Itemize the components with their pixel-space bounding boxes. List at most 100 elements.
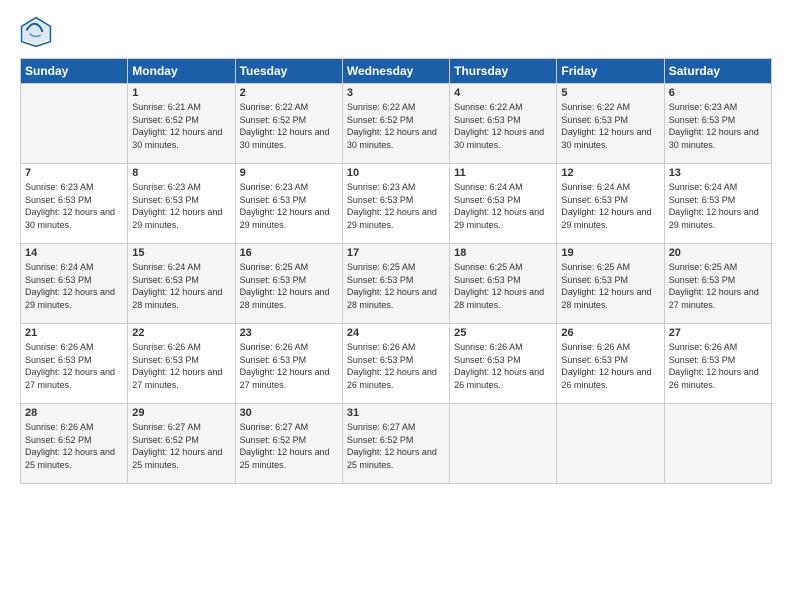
day-cell: 10 Sunrise: 6:23 AM Sunset: 6:53 PM Dayl… (342, 164, 449, 244)
day-info: Sunrise: 6:26 AM Sunset: 6:53 PM Dayligh… (454, 341, 552, 391)
day-number: 20 (669, 247, 767, 259)
day-info: Sunrise: 6:27 AM Sunset: 6:52 PM Dayligh… (132, 421, 230, 471)
day-info: Sunrise: 6:22 AM Sunset: 6:52 PM Dayligh… (347, 101, 445, 151)
col-header-friday: Friday (557, 59, 664, 84)
day-cell (21, 84, 128, 164)
day-info: Sunrise: 6:23 AM Sunset: 6:53 PM Dayligh… (25, 181, 123, 231)
day-number: 10 (347, 167, 445, 179)
day-cell (664, 404, 771, 484)
day-number: 31 (347, 407, 445, 419)
day-info: Sunrise: 6:22 AM Sunset: 6:53 PM Dayligh… (561, 101, 659, 151)
week-row-2: 7 Sunrise: 6:23 AM Sunset: 6:53 PM Dayli… (21, 164, 772, 244)
week-row-1: 1 Sunrise: 6:21 AM Sunset: 6:52 PM Dayli… (21, 84, 772, 164)
day-number: 22 (132, 327, 230, 339)
day-info: Sunrise: 6:25 AM Sunset: 6:53 PM Dayligh… (454, 261, 552, 311)
day-cell: 8 Sunrise: 6:23 AM Sunset: 6:53 PM Dayli… (128, 164, 235, 244)
day-cell: 3 Sunrise: 6:22 AM Sunset: 6:52 PM Dayli… (342, 84, 449, 164)
day-number: 12 (561, 167, 659, 179)
day-number: 14 (25, 247, 123, 259)
day-cell: 2 Sunrise: 6:22 AM Sunset: 6:52 PM Dayli… (235, 84, 342, 164)
day-cell: 22 Sunrise: 6:26 AM Sunset: 6:53 PM Dayl… (128, 324, 235, 404)
day-info: Sunrise: 6:25 AM Sunset: 6:53 PM Dayligh… (561, 261, 659, 311)
day-cell: 15 Sunrise: 6:24 AM Sunset: 6:53 PM Dayl… (128, 244, 235, 324)
day-cell: 18 Sunrise: 6:25 AM Sunset: 6:53 PM Dayl… (450, 244, 557, 324)
day-cell: 30 Sunrise: 6:27 AM Sunset: 6:52 PM Dayl… (235, 404, 342, 484)
day-number: 6 (669, 87, 767, 99)
day-cell: 31 Sunrise: 6:27 AM Sunset: 6:52 PM Dayl… (342, 404, 449, 484)
calendar-table: SundayMondayTuesdayWednesdayThursdayFrid… (20, 58, 772, 484)
day-info: Sunrise: 6:26 AM Sunset: 6:53 PM Dayligh… (347, 341, 445, 391)
day-cell: 16 Sunrise: 6:25 AM Sunset: 6:53 PM Dayl… (235, 244, 342, 324)
day-number: 28 (25, 407, 123, 419)
day-cell: 29 Sunrise: 6:27 AM Sunset: 6:52 PM Dayl… (128, 404, 235, 484)
day-info: Sunrise: 6:23 AM Sunset: 6:53 PM Dayligh… (240, 181, 338, 231)
col-header-thursday: Thursday (450, 59, 557, 84)
day-info: Sunrise: 6:26 AM Sunset: 6:53 PM Dayligh… (561, 341, 659, 391)
day-info: Sunrise: 6:22 AM Sunset: 6:52 PM Dayligh… (240, 101, 338, 151)
day-info: Sunrise: 6:24 AM Sunset: 6:53 PM Dayligh… (132, 261, 230, 311)
week-row-4: 21 Sunrise: 6:26 AM Sunset: 6:53 PM Dayl… (21, 324, 772, 404)
day-number: 18 (454, 247, 552, 259)
day-number: 4 (454, 87, 552, 99)
day-number: 30 (240, 407, 338, 419)
day-number: 29 (132, 407, 230, 419)
day-info: Sunrise: 6:26 AM Sunset: 6:52 PM Dayligh… (25, 421, 123, 471)
day-number: 25 (454, 327, 552, 339)
day-cell (450, 404, 557, 484)
day-number: 13 (669, 167, 767, 179)
day-cell: 20 Sunrise: 6:25 AM Sunset: 6:53 PM Dayl… (664, 244, 771, 324)
day-cell: 24 Sunrise: 6:26 AM Sunset: 6:53 PM Dayl… (342, 324, 449, 404)
day-cell (557, 404, 664, 484)
day-cell: 11 Sunrise: 6:24 AM Sunset: 6:53 PM Dayl… (450, 164, 557, 244)
page: SundayMondayTuesdayWednesdayThursdayFrid… (0, 0, 792, 612)
day-number: 9 (240, 167, 338, 179)
day-cell: 4 Sunrise: 6:22 AM Sunset: 6:53 PM Dayli… (450, 84, 557, 164)
week-row-3: 14 Sunrise: 6:24 AM Sunset: 6:53 PM Dayl… (21, 244, 772, 324)
day-info: Sunrise: 6:26 AM Sunset: 6:53 PM Dayligh… (240, 341, 338, 391)
header-row: SundayMondayTuesdayWednesdayThursdayFrid… (21, 59, 772, 84)
col-header-sunday: Sunday (21, 59, 128, 84)
day-info: Sunrise: 6:26 AM Sunset: 6:53 PM Dayligh… (25, 341, 123, 391)
col-header-monday: Monday (128, 59, 235, 84)
day-info: Sunrise: 6:25 AM Sunset: 6:53 PM Dayligh… (240, 261, 338, 311)
day-cell: 27 Sunrise: 6:26 AM Sunset: 6:53 PM Dayl… (664, 324, 771, 404)
day-cell: 6 Sunrise: 6:23 AM Sunset: 6:53 PM Dayli… (664, 84, 771, 164)
day-info: Sunrise: 6:27 AM Sunset: 6:52 PM Dayligh… (240, 421, 338, 471)
day-cell: 7 Sunrise: 6:23 AM Sunset: 6:53 PM Dayli… (21, 164, 128, 244)
day-info: Sunrise: 6:24 AM Sunset: 6:53 PM Dayligh… (561, 181, 659, 231)
day-cell: 19 Sunrise: 6:25 AM Sunset: 6:53 PM Dayl… (557, 244, 664, 324)
day-info: Sunrise: 6:21 AM Sunset: 6:52 PM Dayligh… (132, 101, 230, 151)
day-info: Sunrise: 6:25 AM Sunset: 6:53 PM Dayligh… (347, 261, 445, 311)
day-number: 8 (132, 167, 230, 179)
week-row-5: 28 Sunrise: 6:26 AM Sunset: 6:52 PM Dayl… (21, 404, 772, 484)
day-number: 23 (240, 327, 338, 339)
day-info: Sunrise: 6:25 AM Sunset: 6:53 PM Dayligh… (669, 261, 767, 311)
day-number: 15 (132, 247, 230, 259)
day-cell: 25 Sunrise: 6:26 AM Sunset: 6:53 PM Dayl… (450, 324, 557, 404)
day-cell: 14 Sunrise: 6:24 AM Sunset: 6:53 PM Dayl… (21, 244, 128, 324)
day-number: 11 (454, 167, 552, 179)
day-info: Sunrise: 6:23 AM Sunset: 6:53 PM Dayligh… (669, 101, 767, 151)
day-info: Sunrise: 6:24 AM Sunset: 6:53 PM Dayligh… (669, 181, 767, 231)
day-cell: 13 Sunrise: 6:24 AM Sunset: 6:53 PM Dayl… (664, 164, 771, 244)
col-header-tuesday: Tuesday (235, 59, 342, 84)
day-info: Sunrise: 6:23 AM Sunset: 6:53 PM Dayligh… (347, 181, 445, 231)
col-header-saturday: Saturday (664, 59, 771, 84)
day-number: 19 (561, 247, 659, 259)
day-info: Sunrise: 6:26 AM Sunset: 6:53 PM Dayligh… (669, 341, 767, 391)
logo-icon (20, 16, 52, 48)
day-info: Sunrise: 6:22 AM Sunset: 6:53 PM Dayligh… (454, 101, 552, 151)
day-info: Sunrise: 6:27 AM Sunset: 6:52 PM Dayligh… (347, 421, 445, 471)
day-number: 24 (347, 327, 445, 339)
day-cell: 23 Sunrise: 6:26 AM Sunset: 6:53 PM Dayl… (235, 324, 342, 404)
col-header-wednesday: Wednesday (342, 59, 449, 84)
header (20, 16, 772, 48)
day-info: Sunrise: 6:23 AM Sunset: 6:53 PM Dayligh… (132, 181, 230, 231)
day-number: 27 (669, 327, 767, 339)
day-number: 1 (132, 87, 230, 99)
day-number: 2 (240, 87, 338, 99)
day-cell: 12 Sunrise: 6:24 AM Sunset: 6:53 PM Dayl… (557, 164, 664, 244)
day-number: 26 (561, 327, 659, 339)
day-info: Sunrise: 6:24 AM Sunset: 6:53 PM Dayligh… (25, 261, 123, 311)
day-info: Sunrise: 6:26 AM Sunset: 6:53 PM Dayligh… (132, 341, 230, 391)
